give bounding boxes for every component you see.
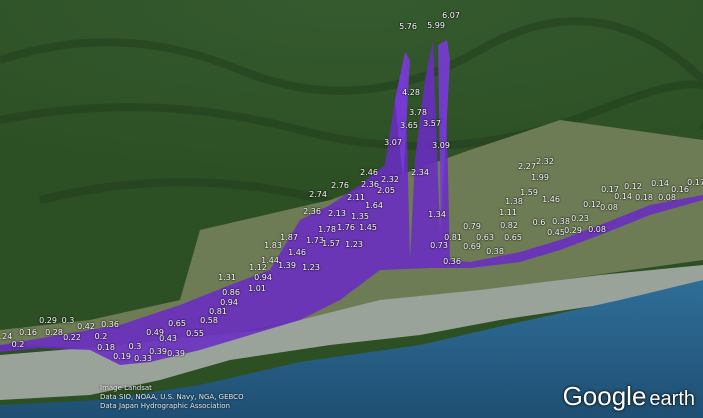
value-label: 0.16: [19, 328, 37, 337]
value-label: 0.14: [651, 179, 669, 188]
value-label: 2.32: [381, 175, 399, 184]
logo-brand: Google: [562, 381, 647, 411]
value-label: 0.65: [168, 319, 186, 328]
value-label: 0.23: [571, 214, 589, 223]
value-label: 0.38: [486, 247, 504, 256]
value-label: 0.63: [476, 233, 494, 242]
value-label: 0.65: [504, 233, 522, 242]
value-label: 1.34: [428, 210, 446, 219]
value-label: 1.46: [542, 195, 560, 204]
value-label: 0.39: [167, 349, 185, 358]
value-label: 3.78: [409, 108, 427, 117]
value-label: 0.08: [588, 225, 606, 234]
value-label: 1.45: [359, 223, 377, 232]
value-label: 2.13: [328, 209, 346, 218]
value-label: 0.3: [61, 316, 75, 325]
value-label: 0.36: [443, 257, 461, 266]
value-label: 4.28: [402, 88, 420, 97]
value-label: 1.39: [278, 261, 296, 270]
value-label: 1.38: [505, 197, 523, 206]
value-label: 0.18: [97, 343, 115, 352]
value-label: 0.18: [635, 193, 653, 202]
value-label: 1.23: [302, 263, 320, 272]
value-label: 5.76: [399, 22, 417, 31]
value-label: 0.55: [186, 329, 204, 338]
value-label: 1.76: [337, 223, 355, 232]
value-label: 0.79: [463, 222, 481, 231]
value-label: 3.57: [423, 119, 441, 128]
value-label: 0.2: [94, 332, 108, 341]
value-label: 5.99: [427, 21, 445, 30]
value-label: 1.11: [499, 208, 517, 217]
value-label: 2.05: [377, 186, 395, 195]
value-label: 0.3: [128, 342, 142, 351]
value-label: 2.36: [303, 207, 321, 216]
value-label: 0.81: [209, 307, 227, 316]
value-label: 1.64: [365, 201, 383, 210]
value-label: 2.27: [518, 162, 536, 171]
value-label: 0.33: [134, 354, 152, 363]
value-label: 0.6: [532, 218, 546, 227]
value-label: 1.23: [345, 240, 363, 249]
value-label: 1.78: [318, 225, 336, 234]
value-label: 0.29: [39, 316, 57, 325]
value-label: 0.36: [101, 320, 119, 329]
value-label: 1.31: [218, 273, 236, 282]
value-label: 0.73: [430, 241, 448, 250]
value-label: 0.2: [11, 340, 25, 349]
value-label: 0.42: [77, 322, 95, 331]
value-label: 0.08: [600, 203, 618, 212]
value-label: 0.12: [624, 182, 642, 191]
value-label: 1.12: [249, 263, 267, 272]
value-label: 1.59: [520, 188, 538, 197]
value-label: 2.74: [309, 190, 327, 199]
value-label: 0.12: [583, 200, 601, 209]
value-label: 0.38: [552, 217, 570, 226]
value-label: 0.94: [254, 273, 272, 282]
value-label: 3.09: [432, 141, 450, 150]
value-label: 0.45: [547, 228, 565, 237]
value-label: 1.01: [248, 284, 266, 293]
value-label: 0.82: [500, 221, 518, 230]
value-label: 0.22: [63, 333, 81, 342]
value-label: 1.87: [280, 233, 298, 242]
value-label: 1.46: [288, 248, 306, 257]
value-label: 0.94: [220, 298, 238, 307]
value-label: 1.35: [351, 212, 369, 221]
value-label: 0.16: [671, 185, 689, 194]
value-label: 0.86: [222, 288, 240, 297]
value-label: 2.11: [347, 193, 365, 202]
value-label: 0.58: [200, 316, 218, 325]
imagery-attribution: Image Landsat Data SIO, NOAA, U.S. Navy,…: [100, 384, 244, 411]
value-label: 2.76: [331, 181, 349, 190]
value-label: 6.07: [442, 11, 460, 20]
value-label: 0.17: [687, 178, 703, 187]
value-label: 0.69: [463, 242, 481, 251]
value-label: 0.19: [113, 352, 131, 361]
google-earth-logo: Google earth: [563, 381, 695, 412]
value-label: .24: [0, 332, 13, 341]
attribution-line: Data SIO, NOAA, U.S. Navy, NGA, GEBCO: [100, 393, 244, 401]
value-label: 2.32: [536, 157, 554, 166]
value-label: 0.28: [45, 328, 63, 337]
value-label: 0.08: [658, 193, 676, 202]
value-label: 1.83: [264, 241, 282, 250]
value-label: 2.34: [411, 168, 429, 177]
attribution-line: Image Landsat: [100, 384, 152, 392]
value-label: 1.57: [322, 239, 340, 248]
value-label: 3.65: [400, 121, 418, 130]
value-label: 1.99: [531, 173, 549, 182]
earth-viewport[interactable]: 6.07 5.76 5.99 4.28 3.78 3.65 3.57 3.07 3.09 2.46…: [0, 0, 703, 418]
value-label: 0.29: [564, 226, 582, 235]
logo-product: earth: [649, 388, 695, 410]
satellite-terrain: [0, 0, 703, 418]
attribution-line: Data Japan Hydrographic Association: [100, 402, 230, 410]
value-label: 0.14: [614, 192, 632, 201]
value-label: 3.07: [384, 138, 402, 147]
value-label: 0.43: [159, 334, 177, 343]
value-label: 2.46: [360, 168, 378, 177]
